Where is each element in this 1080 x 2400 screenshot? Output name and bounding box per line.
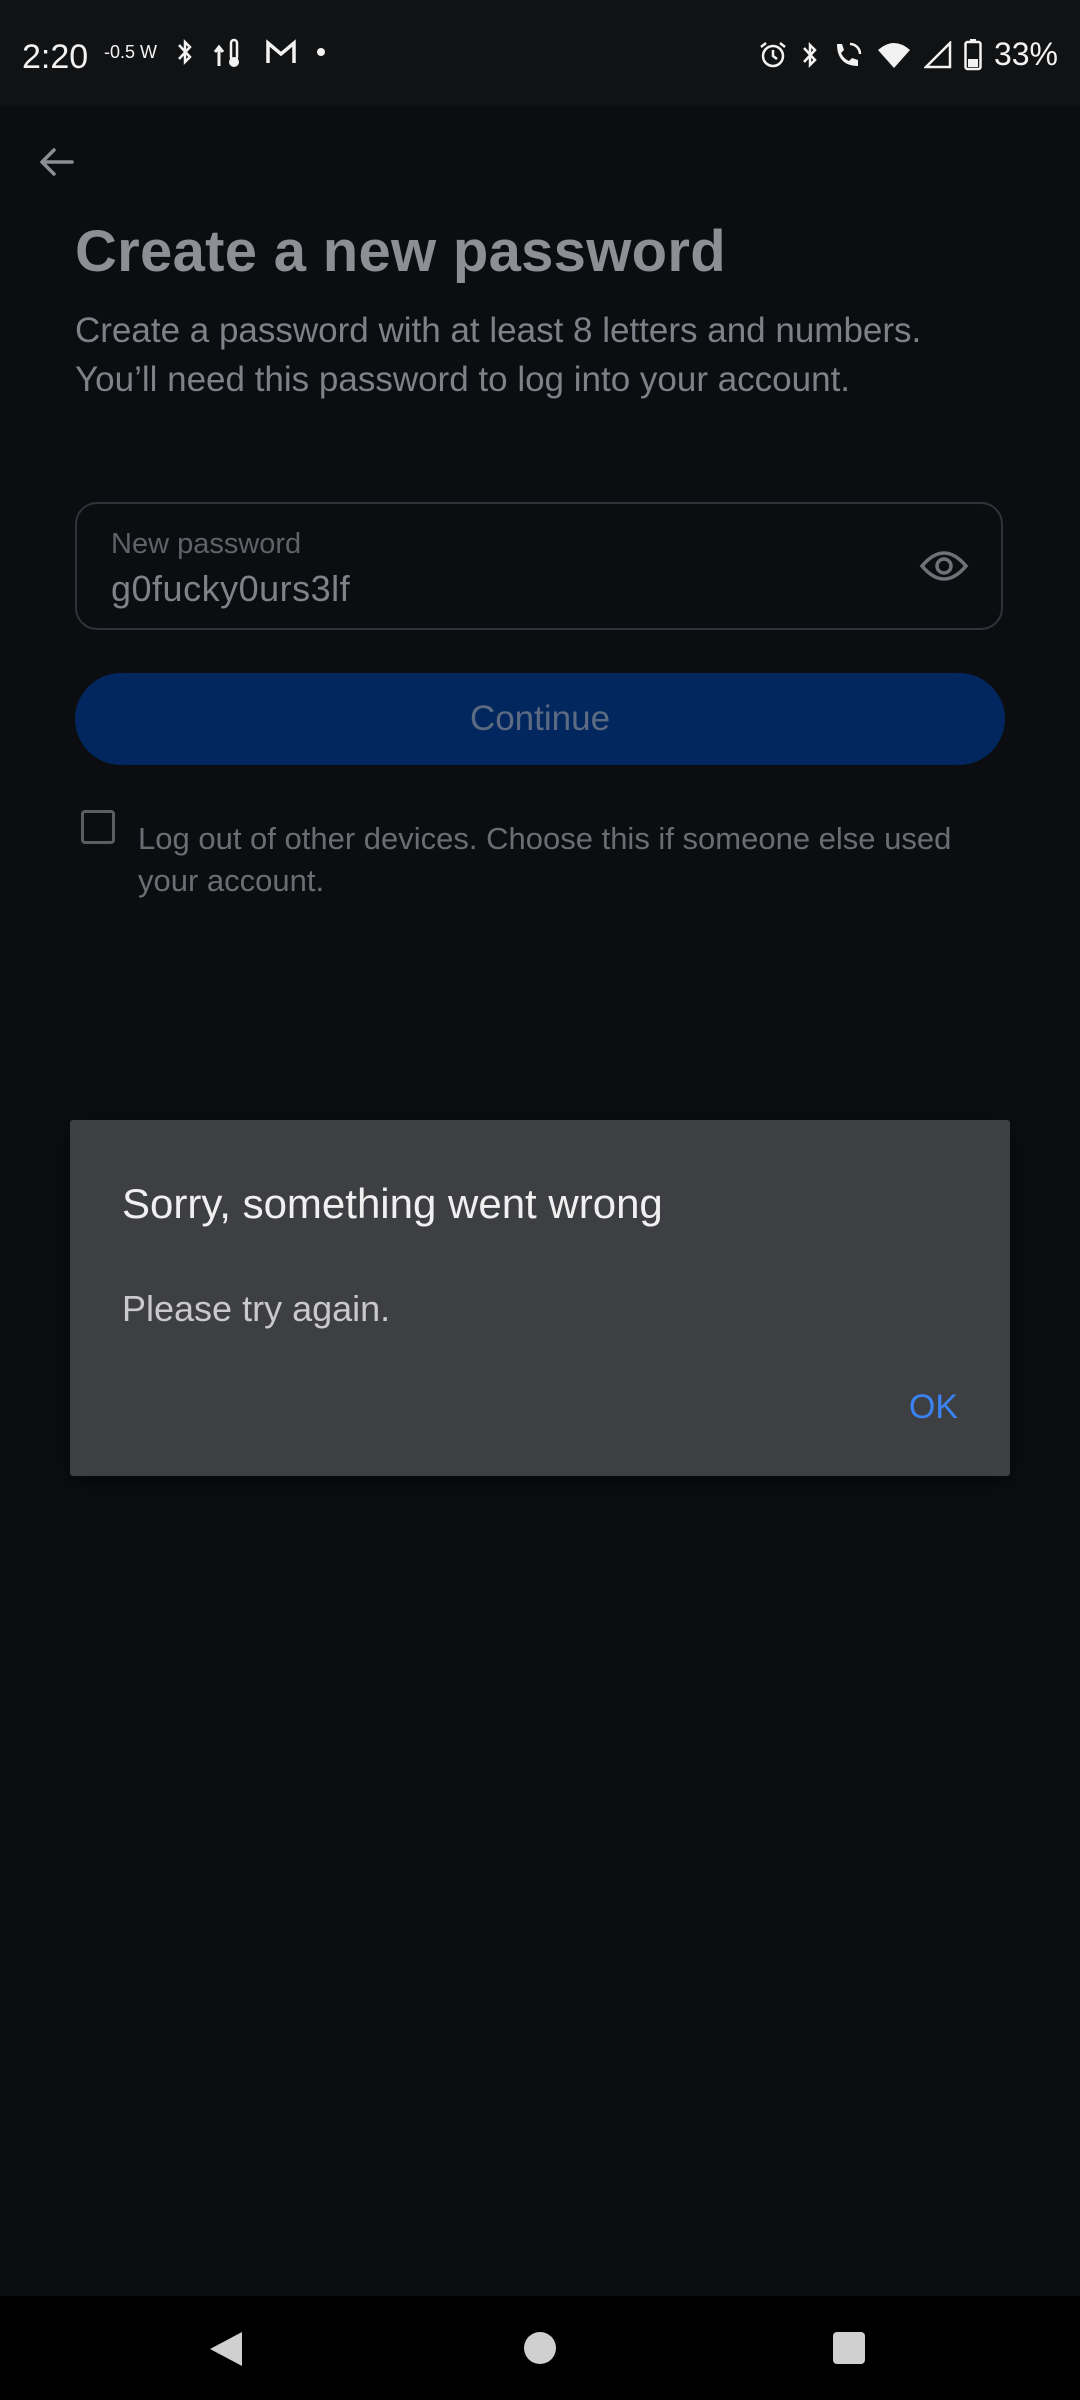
battery-icon [964, 38, 982, 70]
nav-recents-icon[interactable] [833, 2332, 865, 2364]
status-left-icons: -0.5 W [104, 36, 327, 68]
logout-checkbox[interactable] [81, 810, 115, 844]
back-arrow-icon[interactable] [34, 140, 78, 184]
new-password-field[interactable]: New password g0fucky0urs3lf [75, 502, 1003, 630]
bluetooth-icon [178, 38, 192, 66]
gmail-icon [266, 39, 296, 63]
status-bar: 2:20 -0.5 W 33% [0, 0, 1080, 106]
wifi-call-icon [836, 42, 862, 66]
navigation-bar [0, 2296, 1080, 2400]
password-value[interactable]: g0fucky0urs3lf [111, 568, 350, 610]
bluetooth-icon [803, 41, 817, 68]
dialog-title: Sorry, something went wrong [122, 1180, 663, 1227]
page-subtitle: Create a password with at least 8 letter… [75, 311, 922, 399]
continue-button[interactable]: Continue [75, 673, 1005, 765]
alarm-icon [760, 41, 786, 67]
status-right-icons: 33% [758, 36, 1058, 73]
password-label: New password [111, 528, 302, 560]
nav-back-icon[interactable] [208, 2330, 244, 2368]
nav-home-icon[interactable] [524, 2332, 556, 2364]
battery-percent: 33% [993, 36, 1058, 72]
dialog-message: Please try again. [122, 1288, 391, 1329]
signal-icon [923, 40, 952, 68]
weather-w-icon: -0.5 W [104, 43, 157, 61]
page-title: Create a new password [75, 219, 726, 284]
create-password-screen: Create a new password Create a password … [0, 106, 1080, 2296]
dialog-ok-button[interactable]: OK [909, 1388, 958, 1427]
eye-icon[interactable] [919, 546, 969, 586]
weather-badge: -0.5 W [104, 42, 158, 62]
status-time: 2:20 [22, 38, 89, 76]
error-dialog: Sorry, something went wrong Please try a… [70, 1120, 1010, 1476]
data-temp-icon [213, 38, 240, 67]
logout-checkbox-label: Log out of other devices. Choose this if… [138, 821, 952, 898]
dot-icon [317, 48, 326, 56]
wifi-icon [877, 42, 910, 68]
